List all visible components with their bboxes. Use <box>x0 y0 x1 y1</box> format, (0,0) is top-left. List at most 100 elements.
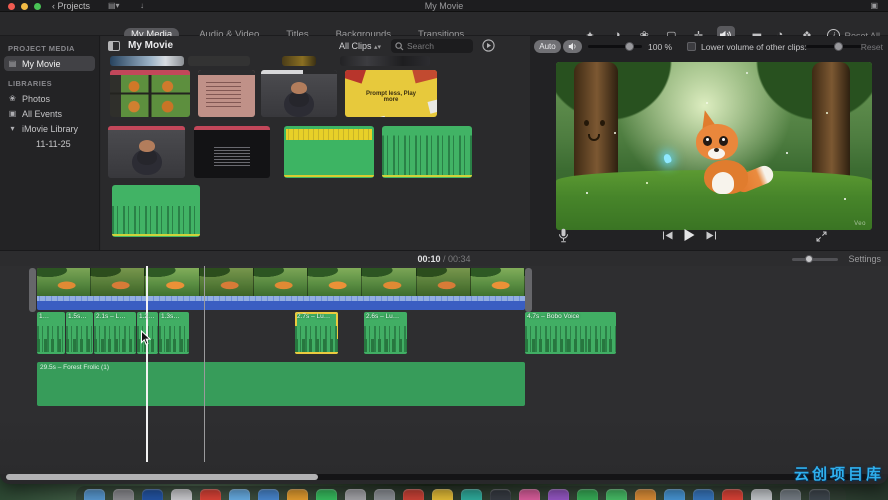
dock-app-icon[interactable] <box>461 489 482 500</box>
dock-app-icon[interactable] <box>345 489 366 500</box>
volume-slider[interactable] <box>588 42 642 51</box>
download-icon[interactable]: ↓ <box>140 1 144 11</box>
media-thumbnail-fox-grid[interactable] <box>110 70 190 117</box>
dock[interactable] <box>76 486 846 500</box>
projects-back-button[interactable]: ‹ Projects <box>52 1 90 11</box>
media-thumbnail-strip-gold[interactable] <box>282 56 316 66</box>
next-frame-button[interactable] <box>706 231 717 240</box>
lower-volume-slider-knob[interactable] <box>834 42 844 51</box>
filmstrip-frame <box>470 268 525 296</box>
dock-app-icon[interactable] <box>113 489 134 500</box>
dock-app-icon[interactable] <box>548 489 569 500</box>
previous-frame-button[interactable] <box>662 231 673 240</box>
audio-clip[interactable]: 2.6s – Lu… <box>364 312 407 354</box>
minimize-button[interactable] <box>21 3 28 10</box>
dock-app-icon[interactable] <box>403 489 424 500</box>
auto-volume-button[interactable]: Auto <box>534 40 561 53</box>
mouse-cursor <box>140 329 152 351</box>
lower-volume-slider[interactable] <box>806 42 862 51</box>
zoom-button[interactable] <box>34 3 41 10</box>
clip-trim-handle-left[interactable] <box>29 268 36 312</box>
dock-app-icon[interactable] <box>490 489 511 500</box>
playhead[interactable] <box>146 266 148 462</box>
media-thumbnail-strip-yellow[interactable] <box>188 56 250 66</box>
mute-button[interactable] <box>563 40 582 53</box>
dock-app-icon[interactable] <box>316 489 337 500</box>
fullscreen-button[interactable] <box>816 231 827 242</box>
audio-clip[interactable]: 1… <box>37 312 65 354</box>
titlebar: ‹ Projects ▤▾ ↓ My Movie ▣ <box>0 0 888 12</box>
filmstrip-frame <box>362 268 417 296</box>
dock-app-icon[interactable] <box>142 489 163 500</box>
media-thumbnail-strip-blue[interactable] <box>110 56 184 66</box>
dock-app-icon[interactable] <box>693 489 714 500</box>
audio-clip[interactable]: 1.3s… <box>159 312 189 354</box>
audio-clip[interactable]: 2.1s – L… <box>94 312 136 354</box>
reset-button[interactable]: Reset <box>861 42 883 52</box>
media-thumbnail-webcam-man[interactable] <box>261 70 337 117</box>
sidebar-item-my-movie[interactable]: ▤ My Movie <box>4 56 95 71</box>
timecode: 00:10 / 00:34 <box>417 254 471 264</box>
media-thumbnail-notes-doc[interactable] <box>198 70 255 117</box>
dock-app-icon[interactable] <box>519 489 540 500</box>
sidebar-toggle-icon[interactable] <box>108 41 120 51</box>
share-icon[interactable]: ▣ <box>870 1 878 11</box>
video-clip-filmstrip[interactable] <box>37 268 525 296</box>
clip-label: 1.2… <box>139 313 155 320</box>
dock-app-icon[interactable] <box>287 489 308 500</box>
audio-clip[interactable]: 1.5s… <box>66 312 93 354</box>
dock-app-icon[interactable] <box>229 489 250 500</box>
timeline[interactable]: 1… 1.5s… 2.1s – L… 1.2… 1.3s… 2.7s – Lu… 2.6s … <box>0 266 888 474</box>
import-media-icon[interactable]: ▤▾ <box>108 1 120 11</box>
preview-viewer[interactable]: Veo <box>556 62 872 230</box>
dock-app-icon[interactable] <box>84 489 105 500</box>
record-voiceover-button[interactable] <box>558 228 569 243</box>
volume-slider-knob[interactable] <box>625 42 635 51</box>
clip-label: 29.5s – Forest Frolic (1) <box>40 364 109 371</box>
sidebar-item-photos[interactable]: ❀ Photos <box>4 91 95 106</box>
dock-app-icon[interactable] <box>664 489 685 500</box>
audio-clip[interactable]: 2.7s – Lu… <box>295 312 338 354</box>
dock-app-icon[interactable] <box>780 489 801 500</box>
media-thumbnail-wave-spikes[interactable] <box>382 126 472 178</box>
background-music-clip[interactable]: 29.5s – Forest Frolic (1) <box>37 362 525 406</box>
filmstrip-play-icon[interactable] <box>482 39 495 52</box>
clip-label: 1.3s… <box>161 313 180 320</box>
window-title: My Movie <box>424 1 464 11</box>
media-thumbnail-webcam-man-red[interactable] <box>108 126 185 178</box>
dock-app-icon[interactable] <box>606 489 627 500</box>
dock-app-icon[interactable] <box>577 489 598 500</box>
filmstrip-frame <box>199 268 254 296</box>
clip-label: 2.7s – Lu… <box>297 313 331 320</box>
clip-trim-handle-right[interactable] <box>525 268 532 312</box>
sidebar-item-11-11-25[interactable]: 11-11-25 <box>4 136 95 151</box>
lower-volume-checkbox[interactable] <box>687 42 696 51</box>
sidebar-item-all-events[interactable]: ▣ All Events <box>4 106 95 121</box>
media-thumbnail-wave-green[interactable] <box>112 185 200 237</box>
search-input[interactable] <box>407 39 469 53</box>
clips-filter-dropdown[interactable]: All Clips ▴▾ <box>339 41 381 51</box>
timeline-scrollbar-thumb[interactable] <box>6 474 318 480</box>
sidebar-item-imovie-library[interactable]: ▾ iMovie Library <box>4 121 95 136</box>
dock-app-icon[interactable] <box>374 489 395 500</box>
media-thumbnail-terminal[interactable] <box>194 126 270 178</box>
media-thumbnail-yellow-slide[interactable]: Prompt less, Play more <box>345 70 437 117</box>
play-button[interactable] <box>682 228 696 242</box>
close-button[interactable] <box>8 3 15 10</box>
timeline-zoom-slider[interactable] <box>792 255 838 263</box>
dock-app-icon[interactable] <box>200 489 221 500</box>
dock-app-icon[interactable] <box>635 489 656 500</box>
media-thumbnail-wave-yellow-top[interactable] <box>284 126 374 178</box>
media-thumbnail-strip-dark[interactable] <box>340 56 430 66</box>
dock-app-icon[interactable] <box>809 489 830 500</box>
dock-app-icon[interactable] <box>751 489 772 500</box>
audio-clip[interactable]: 4.7s – Bobo Voice <box>525 312 616 354</box>
timeline-scrollbar[interactable] <box>6 474 868 480</box>
video-clip-audio-waveform[interactable] <box>37 296 525 310</box>
dock-app-icon[interactable] <box>171 489 192 500</box>
dock-app-icon[interactable] <box>432 489 453 500</box>
microphone-icon <box>559 228 568 243</box>
settings-button[interactable]: Settings <box>848 254 881 264</box>
dock-app-icon[interactable] <box>258 489 279 500</box>
dock-app-icon[interactable] <box>722 489 743 500</box>
